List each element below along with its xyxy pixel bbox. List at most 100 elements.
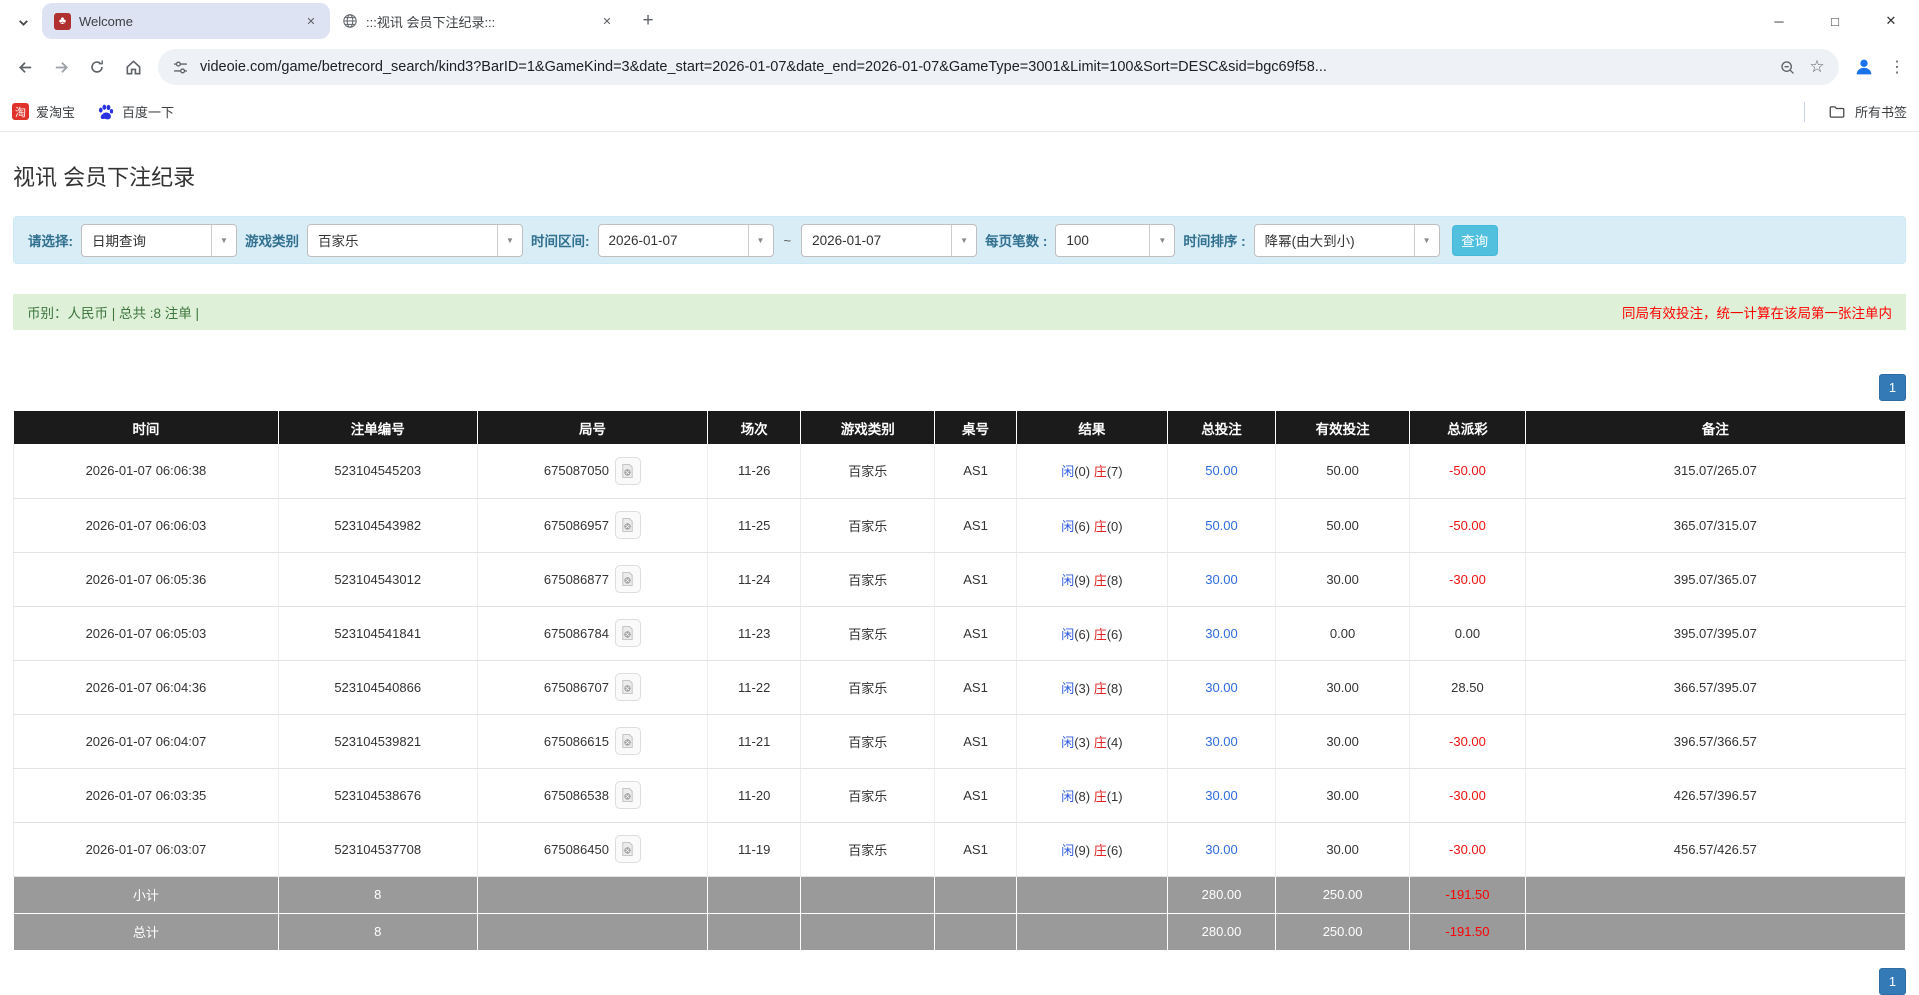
- round-number: 675086957: [544, 518, 609, 533]
- summary-empty: [708, 876, 801, 913]
- round-number: 675086538: [544, 788, 609, 803]
- cell-game-kind: 百家乐: [801, 714, 935, 768]
- tab-search-button[interactable]: [8, 7, 38, 37]
- zoom-icon[interactable]: [1777, 57, 1797, 77]
- header-row: 时间注单编号局号场次游戏类别桌号结果总投注有效投注总派彩备注: [14, 411, 1906, 444]
- bookmark-aitaobao[interactable]: 淘 爱淘宝: [12, 102, 75, 121]
- table-body: 2026-01-07 06:06:38 523104545203 6750870…: [14, 444, 1906, 876]
- minimize-button[interactable]: ─: [1751, 0, 1807, 42]
- video-replay-button[interactable]: [615, 457, 641, 485]
- pagination-top: 1: [13, 374, 1906, 401]
- cell-time: 2026-01-07 06:06:03: [14, 498, 279, 552]
- close-tab-icon[interactable]: ✕: [302, 12, 320, 30]
- film-icon: [620, 787, 635, 803]
- cell-session: 11-22: [708, 660, 801, 714]
- cell-note: 396.57/366.57: [1525, 714, 1905, 768]
- cell-round: 675086957: [477, 498, 708, 552]
- cell-table-no: AS1: [935, 552, 1016, 606]
- chevron-down-icon: ▼: [211, 225, 236, 256]
- table-row: 2026-01-07 06:05:36 523104543012 6750868…: [14, 552, 1906, 606]
- new-tab-button[interactable]: +: [634, 7, 662, 35]
- cell-game-kind: 百家乐: [801, 768, 935, 822]
- sort-order-select[interactable]: 降幂(由大到小) ▼: [1254, 224, 1440, 257]
- cell-result: 闲(6) 庄(6): [1016, 606, 1167, 660]
- url-text[interactable]: videoie.com/game/betrecord_search/kind3?…: [200, 59, 1767, 75]
- date-start-select[interactable]: 2026-01-07 ▼: [598, 224, 774, 257]
- page-1-button[interactable]: 1: [1879, 374, 1906, 401]
- cell-time: 2026-01-07 06:03:07: [14, 822, 279, 876]
- cell-total-bet: 30.00: [1168, 822, 1276, 876]
- bookmark-label: 百度一下: [122, 102, 174, 121]
- summary-empty: [801, 913, 935, 950]
- film-icon: [620, 463, 635, 479]
- cell-game-kind: 百家乐: [801, 660, 935, 714]
- profile-avatar[interactable]: [1847, 50, 1881, 84]
- cell-valid-bet: 0.00: [1275, 606, 1409, 660]
- film-icon: [620, 517, 635, 533]
- tab-welcome[interactable]: ♣ Welcome ✕: [42, 3, 330, 39]
- search-button[interactable]: 查询: [1452, 225, 1498, 256]
- video-replay-button[interactable]: [615, 565, 641, 593]
- video-replay-button[interactable]: [615, 619, 641, 647]
- cell-bet-id: 523104538676: [278, 768, 477, 822]
- cell-note: 315.07/265.07: [1525, 444, 1905, 498]
- cell-time: 2026-01-07 06:04:36: [14, 660, 279, 714]
- summary-count: 8: [278, 913, 477, 950]
- all-bookmarks[interactable]: 所有书签: [1804, 102, 1907, 122]
- round-number: 675086450: [544, 842, 609, 857]
- site-settings-icon[interactable]: [170, 57, 190, 77]
- film-icon: [620, 841, 635, 857]
- chevron-down-icon: ▼: [951, 225, 976, 256]
- page-size-select[interactable]: 100 ▼: [1055, 224, 1175, 257]
- summary-empty: [1525, 913, 1905, 950]
- video-replay-button[interactable]: [615, 673, 641, 701]
- cell-bet-id: 523104545203: [278, 444, 477, 498]
- cell-result: 闲(6) 庄(0): [1016, 498, 1167, 552]
- query-type-select[interactable]: 日期查询 ▼: [81, 224, 237, 257]
- summary-empty: [1016, 913, 1167, 950]
- tab-title: Welcome: [79, 14, 294, 29]
- date-end-select[interactable]: 2026-01-07 ▼: [801, 224, 977, 257]
- back-arrow-icon: [16, 58, 35, 77]
- round-number: 675086784: [544, 626, 609, 641]
- bookmark-star-icon[interactable]: ☆: [1807, 57, 1827, 77]
- cell-time: 2026-01-07 06:05:03: [14, 606, 279, 660]
- url-bar[interactable]: videoie.com/game/betrecord_search/kind3?…: [158, 49, 1839, 85]
- page-1-button[interactable]: 1: [1879, 968, 1906, 995]
- pagination-bottom: 1: [1879, 968, 1906, 995]
- game-kind-select[interactable]: 百家乐 ▼: [307, 224, 523, 257]
- cell-game-kind: 百家乐: [801, 552, 935, 606]
- home-button[interactable]: [116, 50, 150, 84]
- back-button[interactable]: [8, 50, 42, 84]
- browser-menu-button[interactable]: ⋮: [1883, 50, 1911, 84]
- video-replay-button[interactable]: [615, 835, 641, 863]
- reload-button[interactable]: [80, 50, 114, 84]
- cell-payout: -50.00: [1410, 444, 1525, 498]
- cell-note: 426.57/396.57: [1525, 768, 1905, 822]
- cell-result: 闲(3) 庄(8): [1016, 660, 1167, 714]
- column-header-7: 总投注: [1168, 411, 1276, 444]
- round-number: 675086877: [544, 572, 609, 587]
- cell-round: 675086450: [477, 822, 708, 876]
- cell-valid-bet: 30.00: [1275, 714, 1409, 768]
- cell-total-bet: 50.00: [1168, 498, 1276, 552]
- summary-total-bet: 280.00: [1168, 913, 1276, 950]
- maximize-button[interactable]: □: [1807, 0, 1863, 42]
- video-replay-button[interactable]: [615, 511, 641, 539]
- video-replay-button[interactable]: [615, 781, 641, 809]
- cell-payout: 28.50: [1410, 660, 1525, 714]
- video-replay-button[interactable]: [615, 727, 641, 755]
- cell-result: 闲(0) 庄(7): [1016, 444, 1167, 498]
- cell-valid-bet: 50.00: [1275, 444, 1409, 498]
- cell-total-bet: 30.00: [1168, 606, 1276, 660]
- cell-valid-bet: 50.00: [1275, 498, 1409, 552]
- cell-session: 11-23: [708, 606, 801, 660]
- bookmark-baidu[interactable]: 百度一下: [97, 102, 174, 121]
- summary-label: 小计: [14, 876, 279, 913]
- forward-button[interactable]: [44, 50, 78, 84]
- cell-bet-id: 523104541841: [278, 606, 477, 660]
- cell-session: 11-21: [708, 714, 801, 768]
- close-window-button[interactable]: ✕: [1863, 0, 1919, 42]
- close-tab-icon[interactable]: ✕: [598, 12, 616, 30]
- tab-bet-records[interactable]: :::视讯 会员下注纪录::: ✕: [330, 3, 626, 39]
